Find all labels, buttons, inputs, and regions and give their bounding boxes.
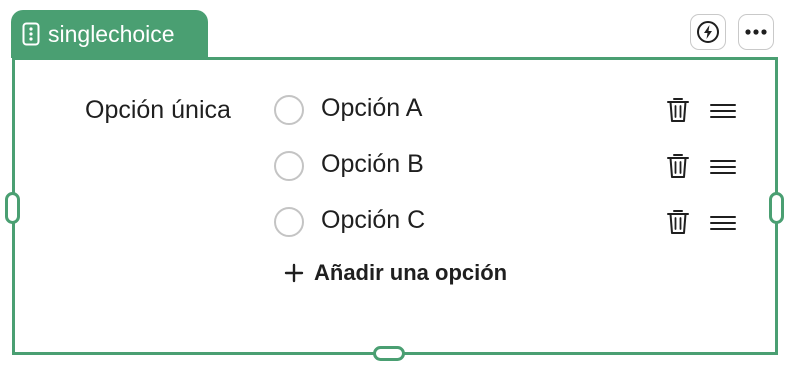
- block-type-tab[interactable]: singlechoice: [11, 10, 208, 58]
- resize-handle-bottom[interactable]: [373, 346, 405, 361]
- option-radio[interactable]: [274, 151, 304, 181]
- option-radio[interactable]: [274, 207, 304, 237]
- block-type-label: singlechoice: [48, 20, 175, 47]
- option-row: Opción A: [272, 94, 742, 130]
- vertical-dots-form-icon: [22, 22, 40, 46]
- drag-handle-icon[interactable]: [710, 215, 736, 231]
- lightning-icon: [697, 21, 719, 43]
- add-option-label: Añadir una opción: [314, 260, 508, 285]
- trash-icon[interactable]: [666, 96, 690, 124]
- option-row: Opción B: [272, 150, 742, 186]
- drag-handle-icon[interactable]: [710, 103, 736, 119]
- option-row: Opción C: [272, 206, 742, 242]
- more-horizontal-icon: [745, 29, 767, 35]
- drag-handle-icon[interactable]: [710, 159, 736, 175]
- question-label: Opción única: [85, 96, 231, 124]
- option-label[interactable]: Opción A: [321, 94, 422, 123]
- more-options-button[interactable]: [738, 14, 774, 50]
- trash-icon[interactable]: [666, 152, 690, 180]
- logic-button[interactable]: [690, 14, 726, 50]
- option-radio[interactable]: [274, 95, 304, 125]
- add-option-button[interactable]: Añadir una opción: [284, 260, 507, 286]
- resize-handle-right[interactable]: [769, 192, 784, 224]
- option-label[interactable]: Opción B: [321, 150, 424, 179]
- trash-icon[interactable]: [666, 208, 690, 236]
- resize-handle-left[interactable]: [5, 192, 20, 224]
- option-label[interactable]: Opción C: [321, 206, 425, 235]
- plus-icon: [284, 263, 304, 283]
